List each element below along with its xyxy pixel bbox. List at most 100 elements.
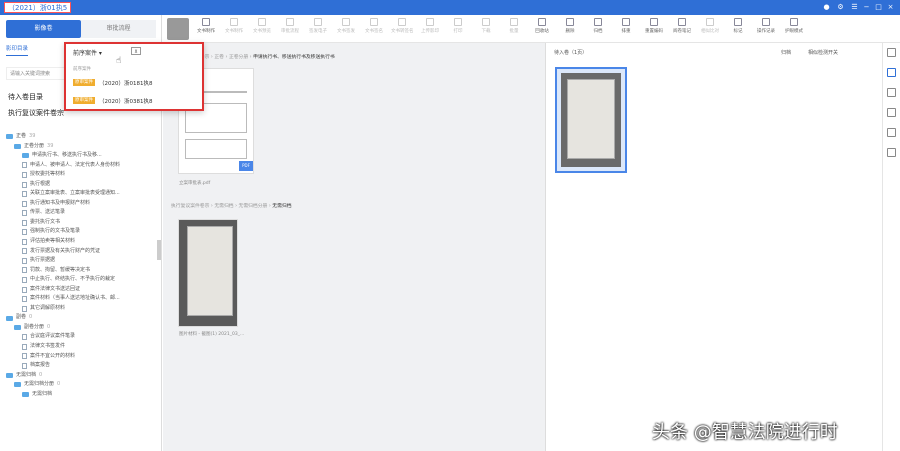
panel-icon[interactable] xyxy=(887,48,896,57)
toolbar-button[interactable]: 归档 xyxy=(587,18,609,34)
toolbar-button[interactable]: 删除 xyxy=(559,18,581,34)
excel-icon[interactable]: X xyxy=(131,47,141,55)
tree-node[interactable]: 执行通知书及申报财产材料 xyxy=(6,199,161,209)
image-icon[interactable] xyxy=(887,68,896,77)
toolbar-button[interactable]: 下载 xyxy=(475,18,497,34)
toolbar-button[interactable]: 文书制作 xyxy=(223,18,245,34)
close-button[interactable]: × xyxy=(886,3,895,12)
minimize-button[interactable]: − xyxy=(862,3,871,12)
document-icon xyxy=(22,362,27,369)
tool-icon xyxy=(650,18,658,26)
tool-icon xyxy=(202,18,210,26)
toolbar-button[interactable]: 文书转签名 xyxy=(391,18,414,34)
toolbar-button[interactable]: 文书预览 xyxy=(251,18,273,34)
toolbar-button[interactable]: 护眼模式 xyxy=(783,18,805,34)
tree-node[interactable]: 副卷分册 0 xyxy=(6,323,161,333)
popup-subtitle: 前序案件 xyxy=(73,67,91,72)
tree-node[interactable]: 副卷 0 xyxy=(6,313,161,323)
tree-node-label: 其它调解原材料 xyxy=(30,304,66,311)
similar-detect-toggle[interactable]: 相似检测开关 xyxy=(808,49,838,56)
folder-icon xyxy=(6,134,13,140)
tree-node[interactable]: 罚款、拘留、暂缓等决定书 xyxy=(6,266,161,276)
pending-page-thumbnail[interactable] xyxy=(555,67,627,173)
toolbar-button[interactable]: 文书签发 xyxy=(335,18,357,34)
toolbar-button[interactable]: 文书制作 xyxy=(195,18,217,34)
tool-icon xyxy=(734,18,742,26)
folder-icon xyxy=(6,315,13,321)
tree-node-label: 申请执行书、移送执行书及移... xyxy=(32,152,102,159)
case-number[interactable]: （2020）浙0181执8 xyxy=(99,79,153,87)
toolbar-button[interactable]: 审批流程 xyxy=(279,18,301,34)
prior-case-item[interactable]: 原审案件 （2020）浙0181执8 xyxy=(73,78,153,87)
tool-icon xyxy=(510,18,518,26)
tree-node[interactable]: 无需归档 xyxy=(6,390,161,400)
tree-node[interactable]: 其它调解原材料 xyxy=(6,304,161,314)
document-icon xyxy=(22,286,27,293)
catalog-tree: 正卷 39 正卷分册 39 申请执行书、移送执行书及移... 申请人、被申请人、法定代表人… xyxy=(6,132,161,400)
star-icon[interactable] xyxy=(887,108,896,117)
photo-thumbnail[interactable] xyxy=(178,219,238,327)
tree-node[interactable]: 合议庭评议案件笔录 xyxy=(6,332,161,342)
document-icon xyxy=(22,353,27,360)
cloud-icon[interactable] xyxy=(887,148,896,157)
toolbar-button[interactable]: 上传影印 xyxy=(419,18,441,34)
tree-node[interactable]: 授权委托等材料 xyxy=(6,170,161,180)
tree-node-count: 39 xyxy=(47,142,54,149)
home-icon[interactable] xyxy=(167,18,189,40)
toolbar-button[interactable]: 批量 xyxy=(503,18,525,34)
tree-node[interactable]: 无需归档分册 0 xyxy=(6,380,161,390)
toolbar-button[interactable]: 排重 xyxy=(615,18,637,34)
settings-icon[interactable]: ⚙ xyxy=(836,3,845,12)
tree-node[interactable]: 强制执行的文书及笔录 xyxy=(6,227,161,237)
document-icon xyxy=(22,267,27,274)
tree-node[interactable]: 执行根据 xyxy=(6,180,161,190)
toolbar-button[interactable]: 相似比对 xyxy=(699,18,721,34)
toolbar-button[interactable]: 重置编码 xyxy=(643,18,665,34)
tree-node[interactable]: 法律文书签发件 xyxy=(6,342,161,352)
tree-node[interactable]: 中止执行、终结执行、不予执行的裁定 xyxy=(6,275,161,285)
toolbar-button[interactable]: 操作记录 xyxy=(755,18,777,34)
scan-icon[interactable] xyxy=(887,128,896,137)
toolbar-button[interactable]: 签发电子 xyxy=(307,18,329,34)
tree-node[interactable]: 执行票据据 xyxy=(6,256,161,266)
tree-node[interactable]: 委托执行文书 xyxy=(6,218,161,228)
tree-node[interactable]: 申请执行书、移送执行书及移... xyxy=(6,151,161,161)
subtab-catalog[interactable]: 影印目录 xyxy=(6,44,29,56)
case-number[interactable]: （2020）浙0381执8 xyxy=(99,97,153,105)
tree-node[interactable]: 评估拍卖等相关材料 xyxy=(6,237,161,247)
tree-node[interactable]: 正卷分册 39 xyxy=(6,142,161,152)
tree-node[interactable]: 正卷 39 xyxy=(6,132,161,142)
tab-image-volume[interactable]: 影像卷 xyxy=(6,20,81,38)
tree-node[interactable]: 案件不宜公开的材料 xyxy=(6,352,161,362)
maximize-button[interactable]: □ xyxy=(874,3,883,12)
tab-approval-flow[interactable]: 审批流程 xyxy=(81,20,156,38)
case-number-title[interactable]: （2021）浙01执5 xyxy=(4,2,72,13)
tool-icon xyxy=(622,18,630,26)
toolbar-button[interactable]: 标记 xyxy=(727,18,749,34)
archive-link[interactable]: 归档 xyxy=(781,49,791,56)
tree-node[interactable]: 案件材料（当事人送达地址确认书、邮... xyxy=(6,294,161,304)
left-scrollbar[interactable] xyxy=(157,240,161,260)
toolbar-label: 文书转签名 xyxy=(391,29,414,34)
pending-catalog-heading[interactable]: 待入卷目录 xyxy=(8,92,43,102)
tree-node[interactable]: 档案报告 xyxy=(6,361,161,371)
toolbar-button[interactable]: 文书签名 xyxy=(363,18,385,34)
tree-node[interactable]: 无需归档 0 xyxy=(6,371,161,381)
popup-title[interactable]: 前序案件 ▾ xyxy=(73,48,102,57)
tree-node[interactable]: 申请人、被申请人、法定代表人身份材料 xyxy=(6,161,161,171)
menu-icon[interactable]: ☰ xyxy=(850,3,859,12)
tool-icon xyxy=(258,18,266,26)
tree-node[interactable]: 关联立案审批表、立案审批表受理通知... xyxy=(6,189,161,199)
prior-case-item[interactable]: 原审案件 （2020）浙0381执8 xyxy=(73,96,153,105)
dossier-heading[interactable]: 执行复议案件卷宗 xyxy=(8,108,64,118)
toolbar-button[interactable]: 阅卷笔记 xyxy=(671,18,693,34)
tree-node-label: 合议庭评议案件笔录 xyxy=(30,333,76,340)
tree-node[interactable]: 案件法律文书送达回证 xyxy=(6,285,161,295)
tree-node[interactable]: 传票、送达笔录 xyxy=(6,208,161,218)
pending-header[interactable]: 待入卷（1页） xyxy=(554,49,587,56)
user-icon[interactable]: ● xyxy=(822,3,831,12)
toolbar-button[interactable]: 打印 xyxy=(447,18,469,34)
tree-node[interactable]: 发行票据及有关执行财产的凭证 xyxy=(6,247,161,257)
list-icon[interactable] xyxy=(887,88,896,97)
toolbar-button[interactable]: 回收站 xyxy=(531,18,553,34)
